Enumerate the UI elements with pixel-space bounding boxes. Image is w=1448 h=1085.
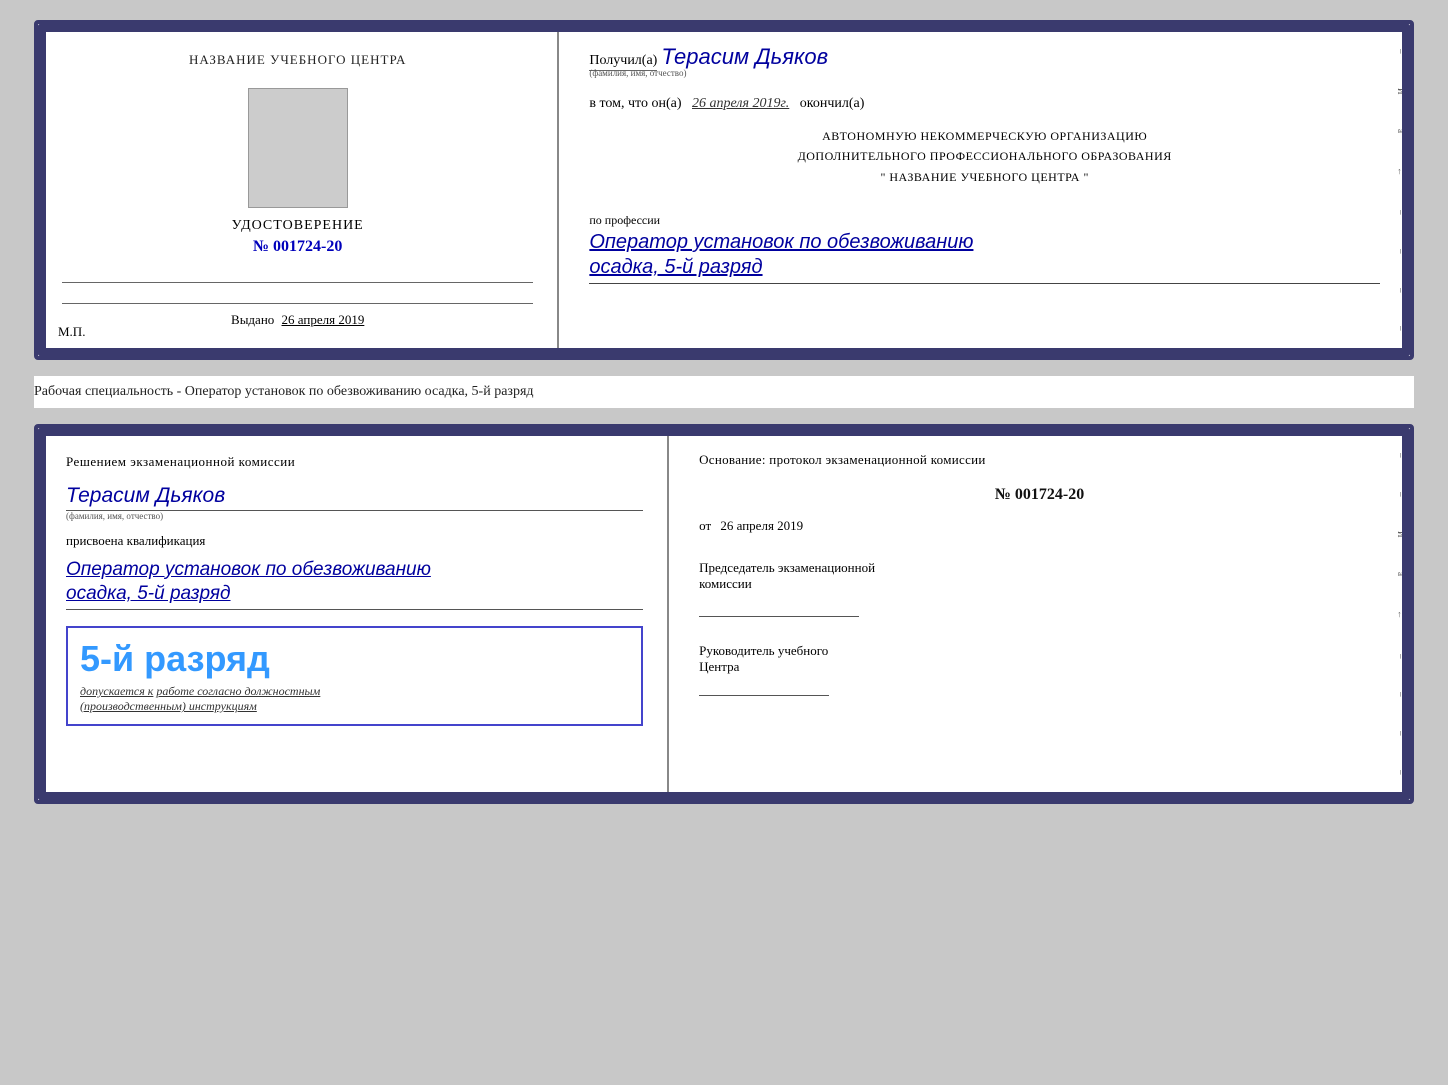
chairman-label: Председатель экзаменационной <box>699 560 1380 576</box>
bottom-qualification-section: Оператор установок по обезвоживанию осад… <box>66 557 643 611</box>
bottom-side-decorations: – – И а ← – – – – <box>1390 428 1406 800</box>
allowed-prefix: допускается к <box>80 684 153 698</box>
center-name-top: НАЗВАНИЕ УЧЕБНОГО ЦЕНТРА <box>189 52 406 68</box>
protocol-date-value: 26 апреля 2019 <box>720 518 803 533</box>
date-value: 26 апреля 2019г. <box>692 96 789 111</box>
recipient-name: Терасим Дьяков <box>661 44 828 69</box>
head-label1: Руководитель учебного <box>699 643 1380 659</box>
date-suffix: окончил(а) <box>800 96 865 111</box>
basis-text: Основание: протокол экзаменационной коми… <box>699 452 1380 468</box>
chairman-section: Председатель экзаменационной комиссии <box>699 560 1380 621</box>
bottom-right-panel: Основание: протокол экзаменационной коми… <box>669 428 1410 800</box>
protocol-number: № 001724-20 <box>699 486 1380 504</box>
bottom-name-section: Терасим Дьяков (фамилия, имя, отчество) <box>66 480 643 521</box>
org-line2: ДОПОЛНИТЕЛЬНОГО ПРОФЕССИОНАЛЬНОГО ОБРАЗО… <box>589 146 1380 166</box>
bottom-certificate-card: Решением экзаменационной комиссии Тераси… <box>34 424 1414 804</box>
bottom-name-label: (фамилия, имя, отчество) <box>66 511 643 521</box>
photo-placeholder <box>248 88 348 208</box>
assigned-text: присвоена квалификация <box>66 533 643 549</box>
top-certificate-card: НАЗВАНИЕ УЧЕБНОГО ЦЕНТРА УДОСТОВЕРЕНИЕ №… <box>34 20 1414 360</box>
org-text-section: АВТОНОМНУЮ НЕКОММЕРЧЕСКУЮ ОРГАНИЗАЦИЮ ДО… <box>589 126 1380 187</box>
bottom-qualification: Оператор установок по обезвоживанию <box>66 557 643 584</box>
head-label2: Центра <box>699 659 1380 675</box>
side-decorations: – И а ← – – – – <box>1390 24 1406 356</box>
profession-value: Оператор установок по обезвоживанию <box>589 228 1380 256</box>
org-line3: " НАЗВАНИЕ УЧЕБНОГО ЦЕНТРА " <box>589 167 1380 187</box>
cert-right-panel: Получил(а) Терасим Дьяков (фамилия, имя,… <box>559 24 1410 356</box>
head-section: Руководитель учебного Центра <box>699 643 1380 696</box>
date-from-prefix: от <box>699 518 711 533</box>
mp-label: М.П. <box>58 324 85 340</box>
allowed-italic2: (производственным) инструкциям <box>80 699 257 713</box>
head-signature-line <box>699 695 829 696</box>
allowed-text: допускается к работе согласно должностны… <box>80 684 320 714</box>
protocol-date: от 26 апреля 2019 <box>699 518 1380 534</box>
org-line1: АВТОНОМНУЮ НЕКОММЕРЧЕСКУЮ ОРГАНИЗАЦИЮ <box>589 126 1380 146</box>
cert-title: УДОСТОВЕРЕНИЕ <box>189 218 406 234</box>
profession-section: по профессии Оператор установок по обезв… <box>589 205 1380 284</box>
allowed-italic: работе согласно должностным <box>156 684 320 698</box>
rank-value: осадка, 5-й разряд <box>589 256 1380 284</box>
date-prefix: в том, что он(а) <box>589 96 681 111</box>
badge-rank-text: 5-й разряд <box>80 638 270 680</box>
bottom-left-panel: Решением экзаменационной комиссии Тераси… <box>38 428 669 800</box>
specialty-description: Рабочая специальность - Оператор установ… <box>34 376 1414 408</box>
bottom-rank: осадка, 5-й разряд <box>66 583 643 610</box>
issued-line: Выдано 26 апреля 2019 <box>62 303 533 328</box>
recipient-sublabel: (фамилия, имя, отчество) <box>589 68 1380 78</box>
decision-text: Решением экзаменационной комиссии <box>66 452 643 472</box>
chairman-label2: комиссии <box>699 576 1380 592</box>
cert-date-section: в том, что он(а) 26 апреля 2019г. окончи… <box>589 96 1380 112</box>
cert-left-panel: НАЗВАНИЕ УЧЕБНОГО ЦЕНТРА УДОСТОВЕРЕНИЕ №… <box>38 24 559 356</box>
rank-badge: 5-й разряд допускается к работе согласно… <box>66 626 643 726</box>
bottom-name: Терасим Дьяков <box>66 484 643 511</box>
recipient-section: Получил(а) Терасим Дьяков (фамилия, имя,… <box>589 44 1380 78</box>
profession-label: по профессии <box>589 213 1380 228</box>
chairman-signature-line <box>699 616 859 617</box>
cert-number: № 001724-20 <box>189 238 406 256</box>
